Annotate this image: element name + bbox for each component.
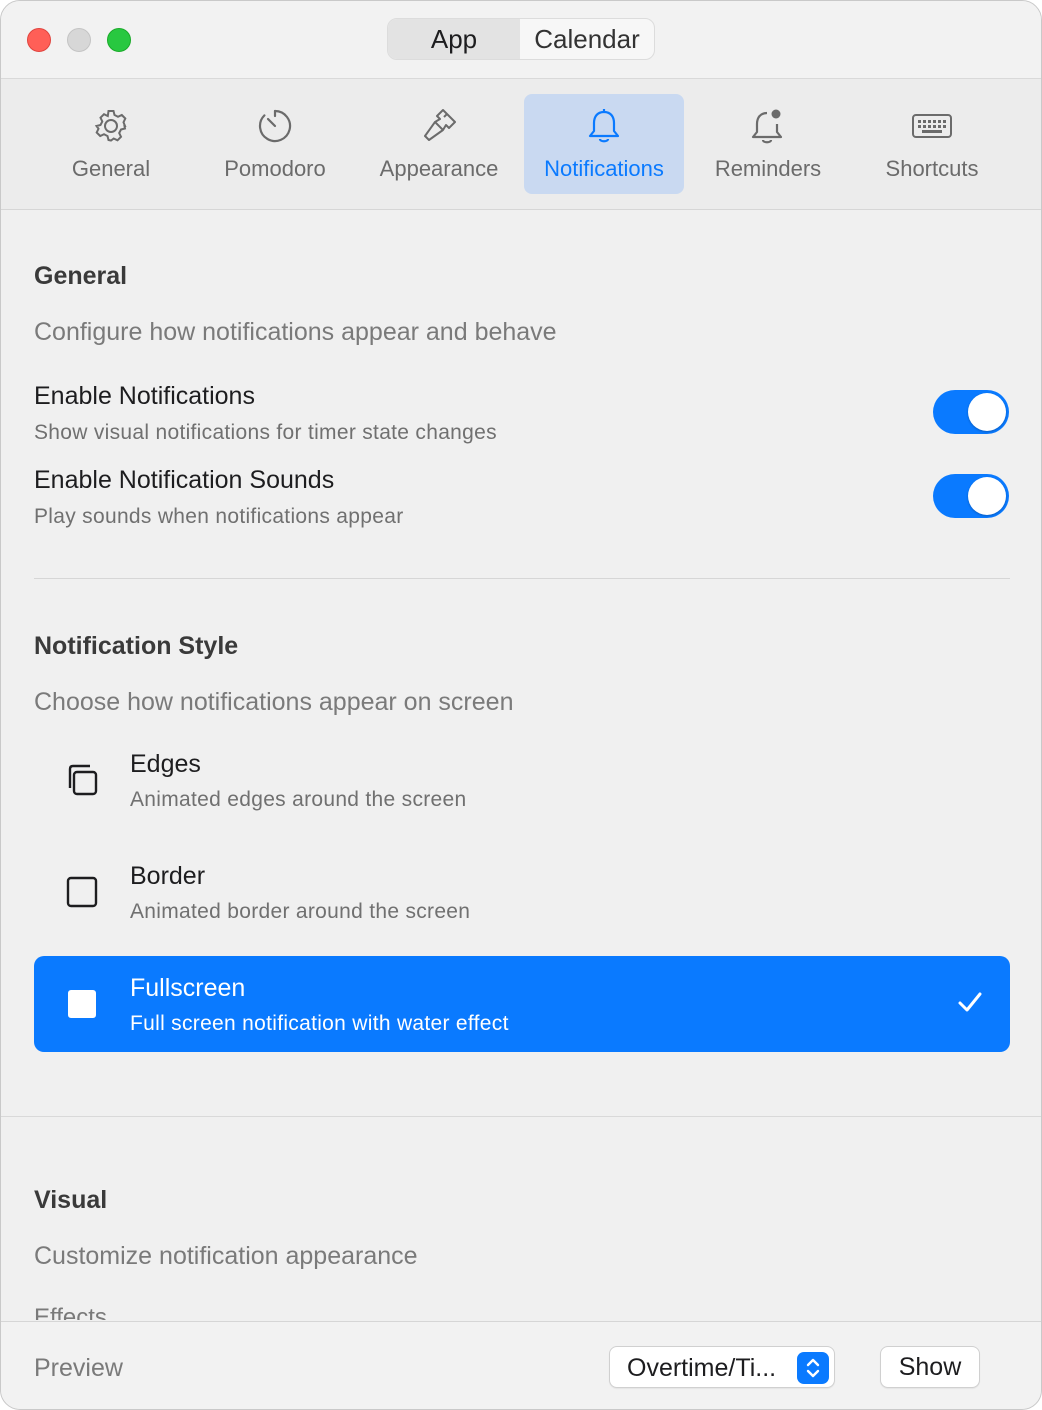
tab-general[interactable]: General: [31, 94, 191, 194]
zoom-window-button[interactable]: [107, 28, 131, 52]
square-icon: [64, 874, 100, 910]
gear-icon: [92, 104, 130, 148]
general-section-title: General: [34, 262, 128, 290]
bell-icon: [586, 104, 622, 148]
option-title: Fullscreen: [130, 974, 246, 1002]
tab-reminders[interactable]: Reminders: [688, 94, 848, 194]
style-option-fullscreen[interactable]: Fullscreen Full screen notification with…: [34, 956, 1010, 1052]
tab-label: General: [71, 156, 151, 181]
style-section-title: Notification Style: [34, 632, 239, 660]
enable-sounds-toggle[interactable]: [933, 474, 1009, 518]
visual-section-subtitle: Customize notification appearance: [34, 1242, 418, 1270]
checkmark-icon: [956, 988, 984, 1016]
option-title: Border: [130, 862, 206, 890]
tab-label: Shortcuts: [885, 156, 979, 181]
title-bar: App Calendar: [1, 1, 1041, 79]
option-desc: Animated border around the screen: [130, 900, 471, 923]
segment-app[interactable]: App: [388, 19, 520, 59]
enable-notifications-toggle[interactable]: [933, 390, 1009, 434]
timer-icon: [256, 104, 294, 148]
close-window-button[interactable]: [27, 28, 51, 52]
show-preview-button[interactable]: Show: [880, 1346, 980, 1388]
visual-section-title: Visual: [34, 1186, 108, 1214]
app-calendar-segmented-control: App Calendar: [387, 18, 655, 60]
tab-label: Reminders: [714, 156, 822, 181]
bell-badge-icon: [749, 104, 787, 148]
effects-heading: Effects: [34, 1304, 107, 1320]
paintbrush-icon: [419, 104, 459, 148]
tab-label: Pomodoro: [224, 156, 326, 181]
general-section-subtitle: Configure how notifications appear and b…: [34, 318, 557, 346]
keyboard-icon: [910, 104, 954, 148]
tab-appearance[interactable]: Appearance: [359, 94, 519, 194]
style-section-subtitle: Choose how notifications appear on scree…: [34, 688, 514, 716]
enable-sounds-title: Enable Notification Sounds: [34, 466, 335, 494]
option-desc: Animated edges around the screen: [130, 788, 467, 811]
preview-type-select[interactable]: Overtime/Ti...: [609, 1346, 835, 1388]
option-desc: Full screen notification with water effe…: [130, 1012, 509, 1035]
chevron-up-down-icon: [797, 1352, 829, 1384]
enable-sounds-desc: Play sounds when notifications appear: [34, 505, 404, 528]
section-divider: [34, 578, 1010, 579]
select-value: Overtime/Ti...: [627, 1354, 777, 1382]
tab-notifications[interactable]: Notifications: [524, 94, 684, 194]
enable-notifications-title: Enable Notifications: [34, 382, 255, 410]
tab-label: Appearance: [379, 156, 499, 181]
preview-footer: Preview Overtime/Ti... Show: [1, 1321, 1041, 1409]
preview-label: Preview: [34, 1354, 123, 1382]
tab-shortcuts[interactable]: Shortcuts: [852, 94, 1012, 194]
toggle-knob: [968, 393, 1006, 431]
minimize-window-button[interactable]: [67, 28, 91, 52]
settings-window: App Calendar General Pomodoro Appearance…: [0, 0, 1042, 1410]
square-fill-icon: [64, 986, 100, 1022]
square-on-square-icon: [64, 762, 100, 798]
style-option-edges[interactable]: Edges Animated edges around the screen: [34, 732, 1010, 828]
notifications-pane: General Configure how notifications appe…: [1, 210, 1041, 1320]
option-title: Edges: [130, 750, 201, 778]
toggle-knob: [968, 477, 1006, 515]
section-divider: [1, 1116, 1041, 1117]
segment-calendar[interactable]: Calendar: [520, 19, 654, 59]
style-option-border[interactable]: Border Animated border around the screen: [34, 844, 1010, 940]
settings-toolbar: General Pomodoro Appearance Notification…: [1, 79, 1041, 210]
tab-label: Notifications: [544, 156, 664, 181]
enable-notifications-desc: Show visual notifications for timer stat…: [34, 421, 497, 444]
tab-pomodoro[interactable]: Pomodoro: [195, 94, 355, 194]
